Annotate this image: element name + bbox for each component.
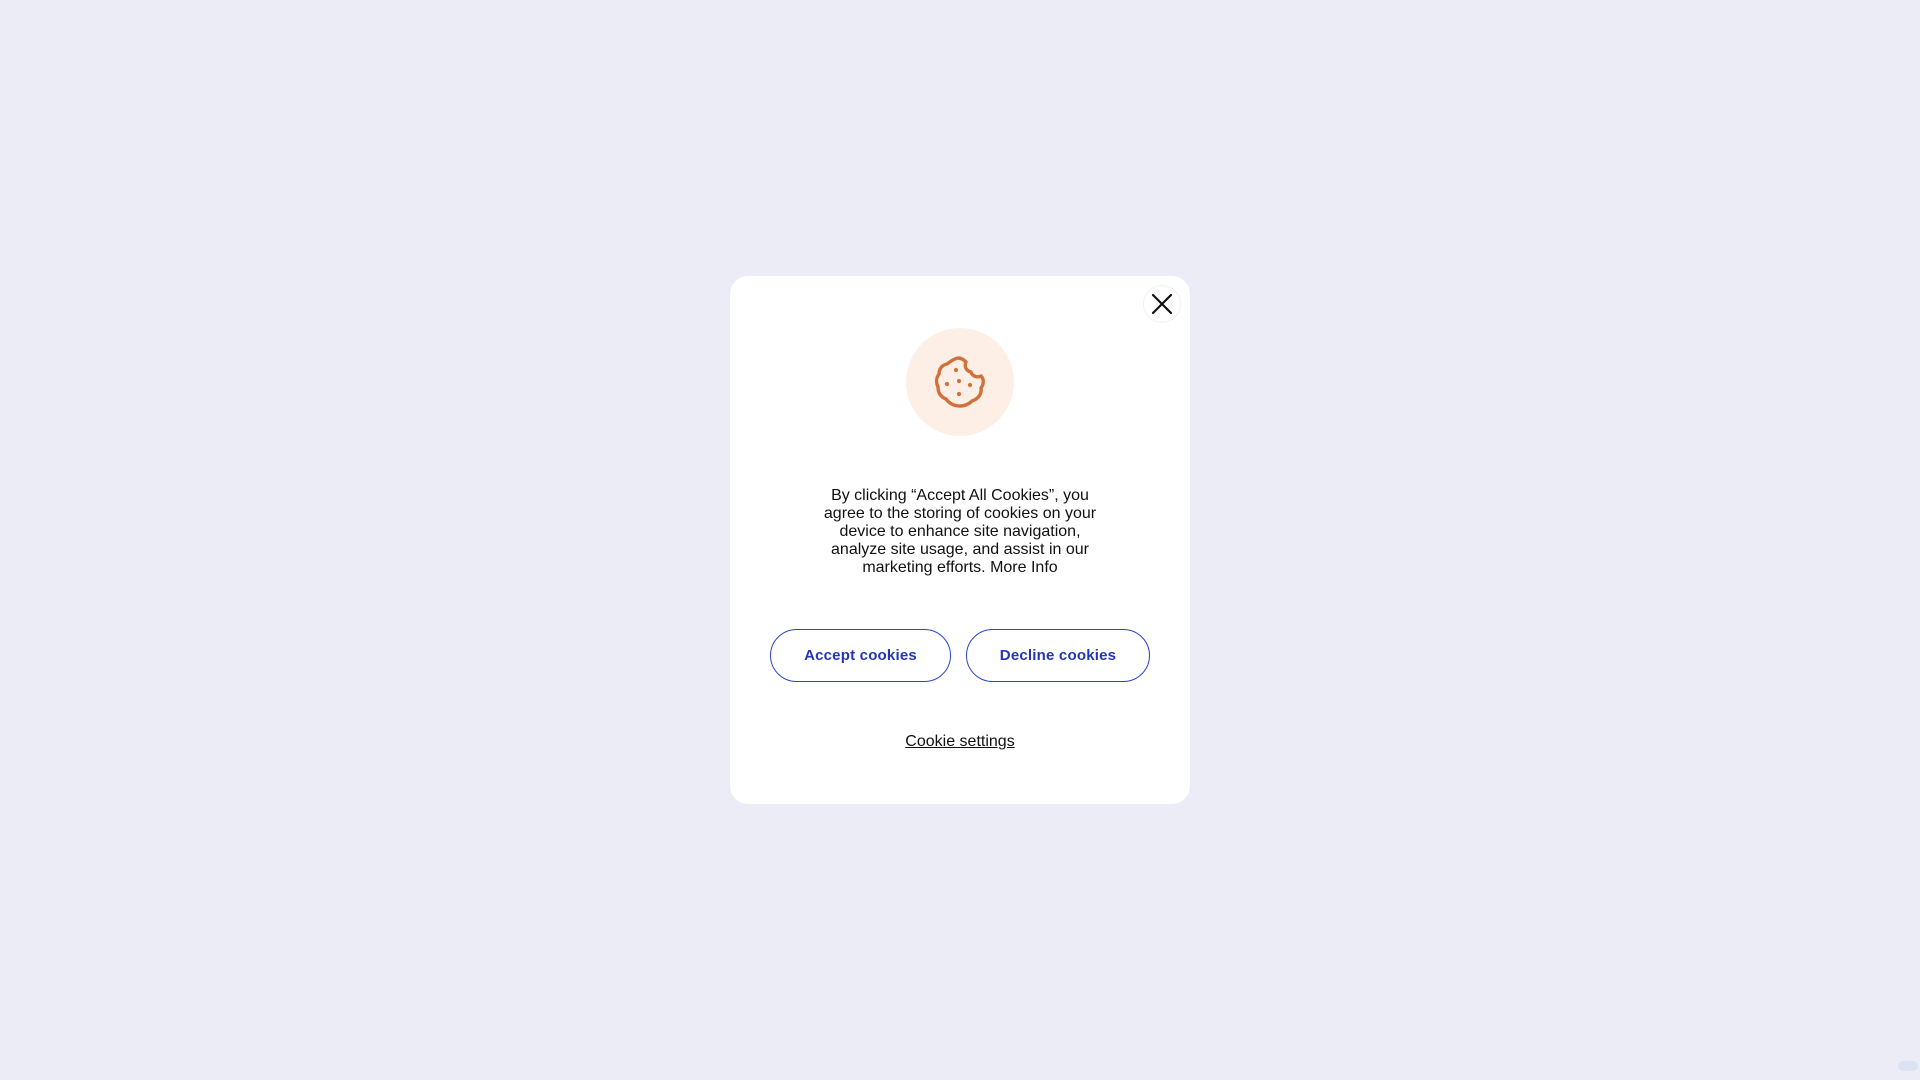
cookie-settings-link[interactable]: Cookie settings [730,733,1190,751]
consent-message: By clicking “Accept All Cookies”, you ag… [810,487,1110,577]
close-icon [1151,293,1173,315]
cookie-icon-badge [906,328,1014,436]
close-button[interactable] [1144,286,1180,322]
cookie-icon [934,356,985,408]
cookie-consent-dialog: By clicking “Accept All Cookies”, you ag… [730,276,1190,804]
more-info-link[interactable]: More Info [990,559,1058,576]
corner-toggle[interactable] [1898,1061,1918,1071]
decline-cookies-button[interactable]: Decline cookies [966,629,1150,682]
accept-cookies-button[interactable]: Accept cookies [770,629,951,682]
